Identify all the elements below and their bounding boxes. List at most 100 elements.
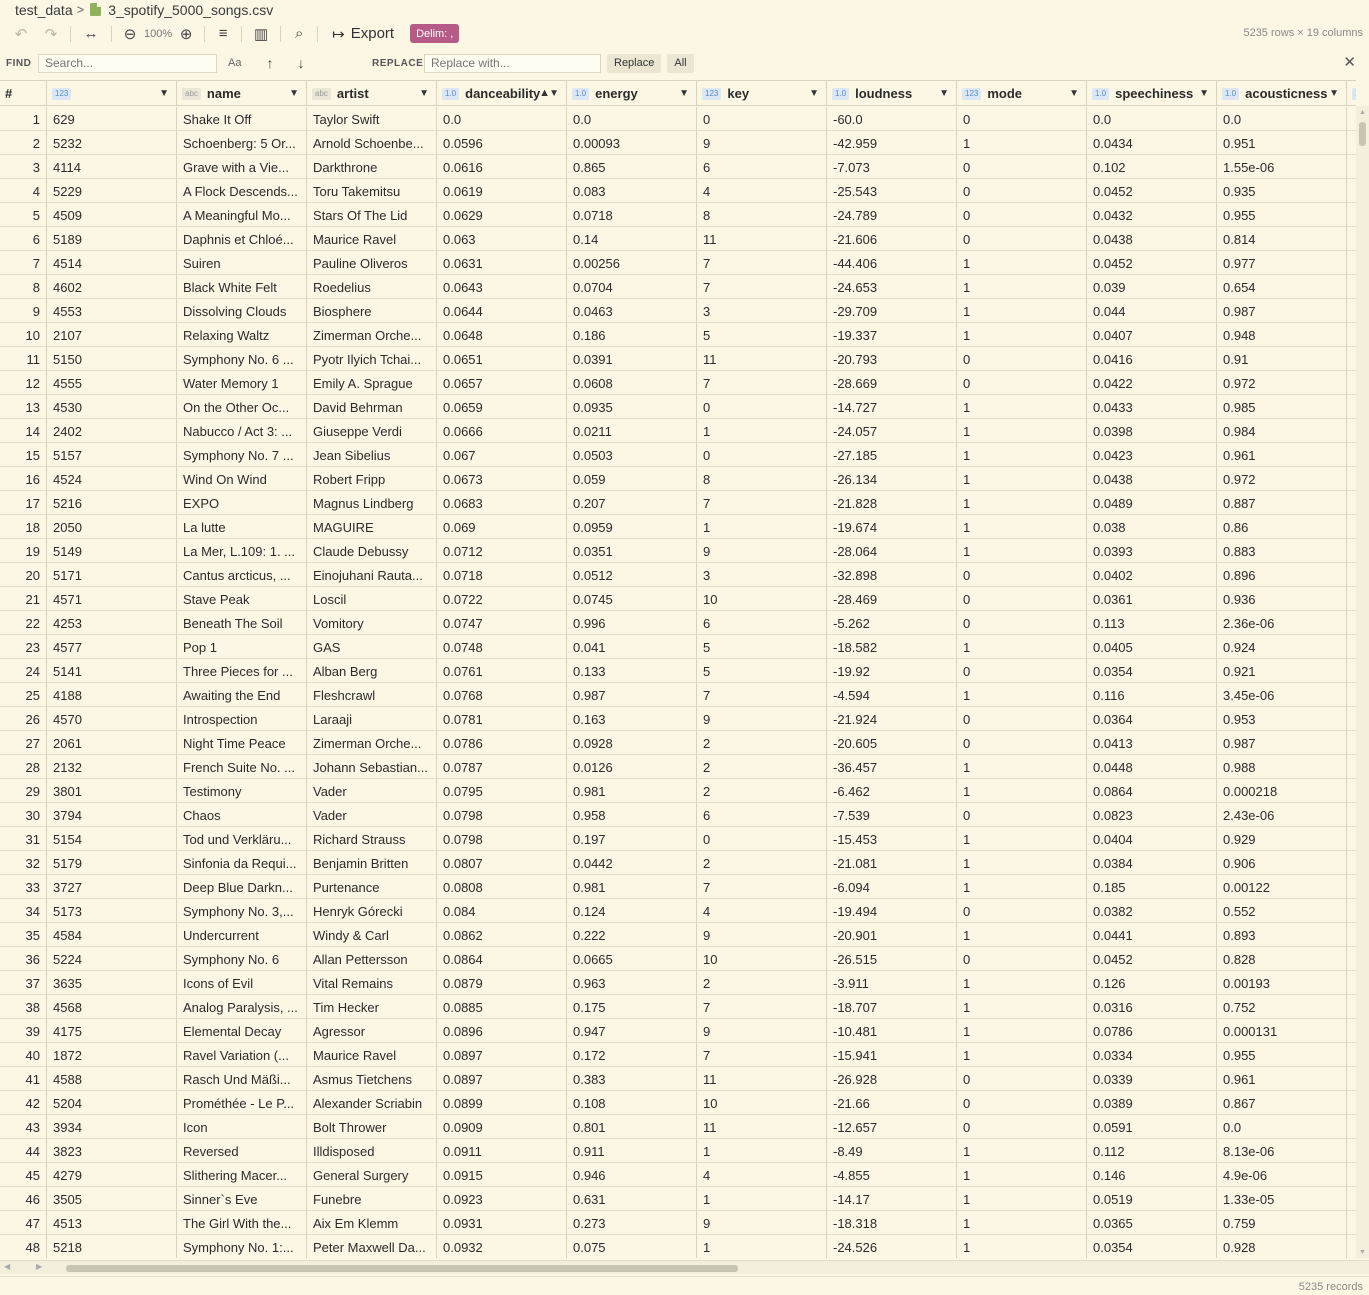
table-cell[interactable]: 1 (957, 299, 1087, 323)
table-cell[interactable]: 0.0823 (1087, 803, 1217, 827)
table-cell[interactable]: 0.955 (1217, 1043, 1347, 1067)
filter-icon[interactable]: ▼ (159, 88, 169, 99)
table-cell[interactable]: Testimony (177, 779, 307, 803)
table-cell[interactable]: 0.0441 (1087, 923, 1217, 947)
table-cell[interactable]: Three Pieces for ... (177, 659, 307, 683)
table-cell[interactable]: 1 (957, 971, 1087, 995)
table-cell[interactable]: 0.063 (437, 227, 567, 251)
column-header--[interactable]: # (0, 81, 47, 106)
table-row[interactable]: 1 629 Shake It Off Taylor Swift 0.0 0.0 0 -60.0… (0, 107, 1356, 131)
table-cell[interactable]: 0.0807 (437, 851, 567, 875)
table-cell[interactable]: -20.605 (827, 731, 957, 755)
table-row[interactable]: 28 2132 French Suite No. ... Johann Sebasti… (0, 755, 1356, 779)
horizontal-scroll-thumb[interactable] (66, 1265, 738, 1272)
table-cell[interactable]: 9 (697, 539, 827, 563)
table-cell[interactable]: 1 (957, 851, 1087, 875)
table-cell[interactable]: 4114 (47, 155, 177, 179)
zoom-out-icon[interactable]: ⊖ (122, 23, 138, 45)
table-cell[interactable]: 0 (957, 347, 1087, 371)
table-cell[interactable]: Analog Paralysis, ... (177, 995, 307, 1019)
table-cell[interactable]: La Mer, L.109: 1. ... (177, 539, 307, 563)
table-cell[interactable]: 0.0384 (1087, 851, 1217, 875)
table-cell[interactable]: 0.0405 (1087, 635, 1217, 659)
table-cell[interactable] (1347, 1163, 1356, 1187)
table-cell[interactable]: Deep Blue Darkn... (177, 875, 307, 899)
table-cell[interactable]: -26.515 (827, 947, 957, 971)
table-cell[interactable]: 1 (957, 131, 1087, 155)
table-cell[interactable]: -21.606 (827, 227, 957, 251)
table-cell[interactable]: 0.0365 (1087, 1211, 1217, 1235)
table-cell[interactable]: 4279 (47, 1163, 177, 1187)
table-row[interactable]: 22 4253 Beneath The Soil Vomitory 0.0747 0.99… (0, 611, 1356, 635)
table-cell[interactable]: 5229 (47, 179, 177, 203)
table-cell[interactable]: 0 (957, 1115, 1087, 1139)
table-cell[interactable]: 0.961 (1217, 443, 1347, 467)
replace-button[interactable]: Replace (607, 53, 662, 73)
table-cell[interactable]: 0.108 (567, 1091, 697, 1115)
table-row[interactable]: 23 4577 Pop 1 GAS 0.0748 0.041 5 -18.582 1 0.0405… (0, 635, 1356, 659)
vertical-scroll-thumb[interactable] (1359, 122, 1366, 146)
table-cell[interactable]: 4513 (47, 1211, 177, 1235)
table-cell[interactable] (1347, 107, 1356, 131)
table-cell[interactable] (1347, 467, 1356, 491)
table-cell[interactable]: 0.133 (567, 659, 697, 683)
column-header-key[interactable]: 123 key ▼ (697, 81, 827, 106)
table-row[interactable]: 24 5141 Three Pieces for ... Alban Berg 0.07… (0, 659, 1356, 683)
table-cell[interactable]: 0.0899 (437, 1091, 567, 1115)
table-cell[interactable]: 0.0718 (437, 563, 567, 587)
replace-input[interactable] (424, 53, 601, 73)
table-row[interactable]: 6 5189 Daphnis et Chloé... Maurice Ravel 0.0… (0, 227, 1356, 251)
table-cell[interactable]: 0.0659 (437, 395, 567, 419)
table-cell[interactable]: 1 (957, 1235, 1087, 1258)
table-cell[interactable]: 0.887 (1217, 491, 1347, 515)
table-row[interactable]: 7 4514 Suiren Pauline Oliveros 0.0631 0.00256… (0, 251, 1356, 275)
table-cell[interactable]: 8.13e-06 (1217, 1139, 1347, 1163)
table-cell[interactable]: On the Other Oc... (177, 395, 307, 419)
table-cell[interactable]: Awaiting the End (177, 683, 307, 707)
table-cell[interactable]: 0.14 (567, 227, 697, 251)
table-cell[interactable]: 0 (957, 731, 1087, 755)
table-cell[interactable]: Black White Felt (177, 275, 307, 299)
table-cell[interactable]: 1 (957, 827, 1087, 851)
table-cell[interactable]: 0.0404 (1087, 827, 1217, 851)
table-cell[interactable]: 1 (957, 755, 1087, 779)
table-cell[interactable] (1347, 1187, 1356, 1211)
table-cell[interactable]: 0.86 (1217, 515, 1347, 539)
table-cell[interactable]: 7 (697, 491, 827, 515)
table-cell[interactable]: 0.963 (567, 971, 697, 995)
table-cell[interactable]: Water Memory 1 (177, 371, 307, 395)
table-cell[interactable] (1347, 203, 1356, 227)
scroll-up-icon[interactable]: ▲ (1359, 109, 1366, 116)
table-row[interactable]: 47 4513 The Girl With the... Aix Em Klemm 0.… (0, 1211, 1356, 1235)
table-cell[interactable]: 2061 (47, 731, 177, 755)
table-cell[interactable] (1347, 971, 1356, 995)
table-cell[interactable]: 0.163 (567, 707, 697, 731)
table-cell[interactable]: -6.462 (827, 779, 957, 803)
table-cell[interactable]: 0.0334 (1087, 1043, 1217, 1067)
table-cell[interactable]: -14.17 (827, 1187, 957, 1211)
table-cell[interactable]: 1 (957, 443, 1087, 467)
table-cell[interactable]: 1.33e-05 (1217, 1187, 1347, 1211)
table-cell[interactable] (1347, 443, 1356, 467)
table-cell[interactable]: 0.113 (1087, 611, 1217, 635)
table-cell[interactable]: -42.959 (827, 131, 957, 155)
table-cell[interactable]: 0.0643 (437, 275, 567, 299)
table-cell[interactable]: 0.0316 (1087, 995, 1217, 1019)
table-cell[interactable]: 4584 (47, 923, 177, 947)
table-cell[interactable]: 0.0398 (1087, 419, 1217, 443)
table-cell[interactable] (1347, 779, 1356, 803)
table-cell[interactable]: -3.911 (827, 971, 957, 995)
table-cell[interactable]: 4588 (47, 1067, 177, 1091)
table-cell[interactable]: The Girl With the... (177, 1211, 307, 1235)
table-row[interactable]: 31 5154 Tod und Verkläru... Richard Strauss… (0, 827, 1356, 851)
table-cell[interactable]: 4570 (47, 707, 177, 731)
table-row[interactable]: 11 5150 Symphony No. 6 ... Pyotr Ilyich Tch… (0, 347, 1356, 371)
table-cell[interactable]: Fleshcrawl (307, 683, 437, 707)
table-cell[interactable]: 0.0442 (567, 851, 697, 875)
table-cell[interactable]: 9 (697, 923, 827, 947)
match-case-toggle[interactable]: Aa (228, 57, 250, 69)
table-cell[interactable]: 0.075 (567, 1235, 697, 1258)
table-cell[interactable]: -20.793 (827, 347, 957, 371)
table-cell[interactable]: 3934 (47, 1115, 177, 1139)
table-row[interactable]: 3 4114 Grave with a Vie... Darkthrone 0.0616… (0, 155, 1356, 179)
